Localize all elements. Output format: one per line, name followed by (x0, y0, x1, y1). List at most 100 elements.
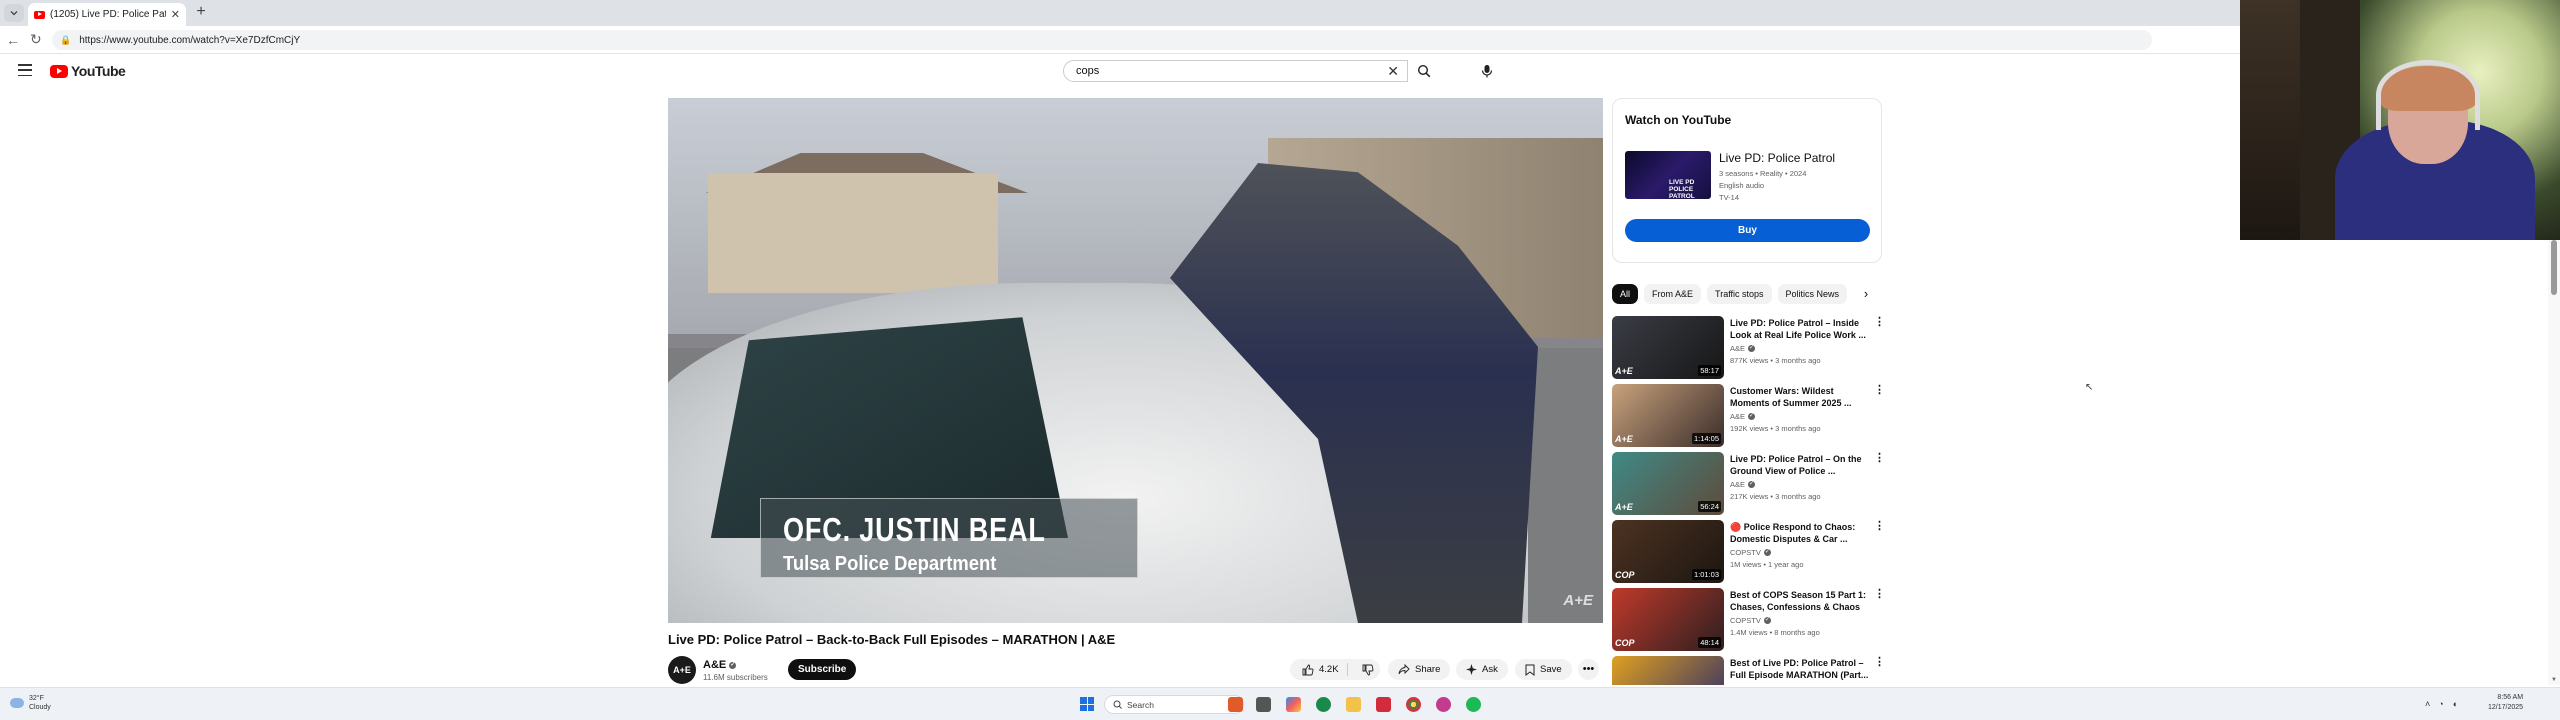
scrollbar-thumb[interactable] (2551, 240, 2557, 295)
video-title[interactable]: Best of COPS Season 15 Part 1: Chases, C… (1730, 590, 1870, 614)
video-thumbnail[interactable]: COP 1:01:03 (1612, 520, 1724, 583)
site-info-icon[interactable]: 🔒 (60, 35, 71, 46)
browser-tab[interactable]: (1205) Live PD: Police Patrol – ✕ (28, 3, 186, 26)
chip-all[interactable]: All (1612, 284, 1639, 304)
media-app-icon[interactable] (1436, 697, 1451, 712)
watch-on-youtube-card: Watch on YouTube LIVE PD POLICE PATROL L… (1612, 98, 1882, 263)
chip-traffic-stops[interactable]: Traffic stops (1707, 284, 1772, 304)
list-item[interactable]: COP 48:14 Best of COPS Season 15 Part 1: … (1612, 588, 1885, 652)
kebab-menu-icon[interactable]: ⋮ (1874, 657, 1882, 668)
spotify-icon[interactable] (1466, 697, 1481, 712)
subscriber-count: 11.6M subscribers (703, 673, 768, 682)
url-field[interactable]: 🔒 https://www.youtube.com/watch?v=Xe7Dzf… (52, 30, 2152, 50)
search-highlight-icon (1228, 697, 1243, 712)
sparkle-icon (1466, 664, 1477, 675)
video-thumbnail[interactable] (1612, 656, 1724, 685)
search-button[interactable] (1408, 60, 1440, 82)
channel-name[interactable]: A&E ✓ (703, 659, 737, 671)
share-button[interactable]: Share (1388, 659, 1451, 680)
video-player[interactable]: OFC. JUSTIN BEAL Tulsa Police Department… (668, 98, 1603, 623)
weather-text: 32°F Cloudy (29, 694, 51, 712)
new-tab-button[interactable]: + (192, 4, 210, 22)
windows-start-icon[interactable] (1080, 697, 1094, 711)
kebab-menu-icon[interactable]: ⋮ (1874, 385, 1885, 396)
bookmark-icon (1525, 664, 1535, 676)
buy-button[interactable]: Buy (1625, 219, 1870, 242)
channel-line: COPSTV ✓ (1730, 616, 1771, 625)
reload-icon[interactable]: ↻ (30, 31, 42, 48)
ask-label: Ask (1482, 664, 1498, 675)
video-title[interactable]: 🔴 Police Respond to Chaos: Domestic Disp… (1730, 522, 1870, 545)
search-input[interactable]: cops ✕ (1063, 60, 1408, 82)
video-title[interactable]: Best of Live PD: Police Patrol – Full Ep… (1730, 658, 1870, 681)
taskbar-search-label: Search (1127, 699, 1154, 710)
scroll-down-arrow-icon[interactable]: ▼ (2548, 677, 2560, 683)
file-explorer-icon[interactable] (1346, 697, 1361, 712)
video-thumbnail[interactable]: A+E 56:24 (1612, 452, 1724, 515)
dislike-button[interactable] (1353, 664, 1374, 676)
taskbar-clock[interactable]: 8:56 AM 12/17/2025 (2488, 693, 2523, 713)
list-item[interactable]: A+E 56:24 Live PD: Police Patrol – On the… (1612, 452, 1885, 516)
officer-name: OFC. JUSTIN BEAL (783, 511, 1046, 548)
video-thumbnail[interactable]: COP 48:14 (1612, 588, 1724, 651)
list-item[interactable]: A+E 1:14:05 Customer Wars: Wildest Moment… (1612, 384, 1885, 448)
task-view-icon[interactable] (1256, 697, 1271, 712)
weather-widget[interactable]: 32°F Cloudy (10, 694, 51, 712)
edge-icon[interactable] (1316, 697, 1331, 712)
like-dislike-group: 4.2K (1290, 659, 1380, 680)
video-meta: 1.4M views • 8 months ago (1730, 628, 1820, 637)
close-tab-icon[interactable]: ✕ (171, 8, 180, 21)
kebab-menu-icon[interactable]: ⋮ (1874, 521, 1885, 532)
watch-card-title[interactable]: Live PD: Police Patrol (1719, 151, 1835, 165)
search-icon (1417, 64, 1431, 78)
video-title[interactable]: Live PD: Police Patrol – Inside Look at … (1730, 318, 1870, 341)
verified-icon: ✓ (1748, 345, 1756, 352)
duration-badge: 56:24 (1698, 501, 1721, 512)
taskbar-search[interactable]: Search (1104, 695, 1244, 714)
chevron-up-icon[interactable]: ˄ (2425, 699, 2430, 709)
weather-desc: Cloudy (29, 704, 51, 711)
search-query: cops (1076, 65, 1100, 77)
kebab-menu-icon[interactable]: ⋮ (1874, 453, 1885, 464)
youtube-logo[interactable]: YouTube (50, 63, 126, 79)
watch-card-thumbnail[interactable]: LIVE PD POLICE PATROL (1625, 151, 1711, 199)
ask-button[interactable]: Ask (1456, 659, 1508, 680)
chevron-right-icon[interactable]: › (1855, 284, 1877, 304)
chrome-icon[interactable] (1406, 697, 1421, 712)
share-arrow-icon (1398, 664, 1410, 675)
like-button[interactable]: 4.2K (1290, 663, 1348, 676)
list-item[interactable]: A+E 58:17 Live PD: Police Patrol – Inside… (1612, 316, 1885, 380)
tab-search-button[interactable] (4, 4, 24, 22)
video-title[interactable]: Customer Wars: Wildest Moments of Summer… (1730, 386, 1870, 409)
back-arrow-icon[interactable]: ← (6, 32, 20, 48)
verified-icon: ✓ (1763, 549, 1771, 556)
kebab-menu-icon[interactable]: ⋮ (1874, 317, 1885, 328)
clear-search-icon[interactable]: ✕ (1387, 63, 1399, 80)
volume-icon[interactable]: ◖ (2452, 699, 2457, 709)
channel-name: COPSTV (1730, 616, 1761, 625)
subscribe-button[interactable]: Subscribe (788, 659, 857, 680)
thumbnail-logo: A+E (1615, 366, 1633, 376)
list-item[interactable]: Best of Live PD: Police Patrol – Full Ep… (1612, 656, 1882, 685)
save-button[interactable]: Save (1515, 659, 1572, 680)
watch-card-rating: TV-14 (1719, 193, 1740, 202)
thumbs-down-icon (1362, 664, 1374, 675)
verified-icon: ✓ (1763, 617, 1771, 624)
channel-avatar[interactable]: A+E (668, 656, 696, 684)
video-thumbnail[interactable]: A+E 58:17 (1612, 316, 1724, 379)
store-icon[interactable] (1376, 697, 1391, 712)
kebab-menu-icon[interactable]: ⋮ (1874, 589, 1885, 600)
video-title[interactable]: Live PD: Police Patrol – On the Ground V… (1730, 454, 1870, 477)
list-item[interactable]: COP 1:01:03 🔴 Police Respond to Chaos: Do… (1612, 520, 1885, 584)
more-actions-icon[interactable]: ••• (1578, 659, 1599, 680)
chip-from-channel[interactable]: From A&E (1644, 284, 1702, 304)
clock-date: 12/17/2025 (2488, 704, 2524, 711)
address-bar-row: ← ↻ 🔒 https://www.youtube.com/watch?v=Xe… (0, 26, 2240, 54)
video-thumbnail[interactable]: A+E 1:14:05 (1612, 384, 1724, 447)
network-icon[interactable]: ◔ (2438, 699, 2443, 709)
chip-politics-news[interactable]: Politics News (1777, 284, 1848, 304)
voice-search-button[interactable] (1476, 60, 1498, 82)
channel-name: COPSTV (1730, 548, 1761, 557)
hamburger-menu-icon[interactable] (18, 64, 32, 76)
copilot-icon[interactable] (1286, 697, 1301, 712)
